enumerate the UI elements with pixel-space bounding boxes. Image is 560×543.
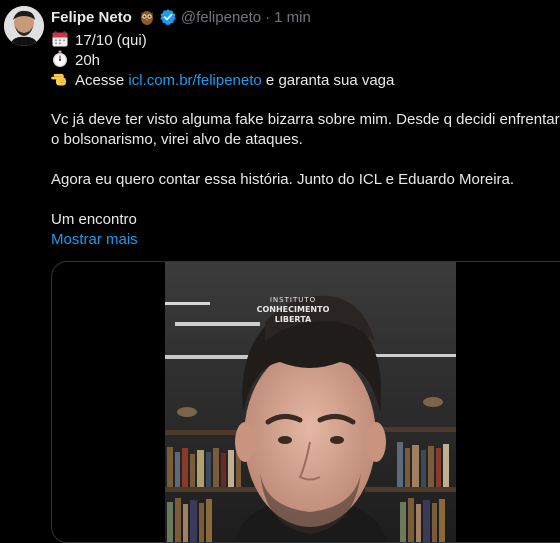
institute-logo: INSTITUTO CONHECIMENTO LIBERTA xyxy=(248,295,338,325)
separator-dot: · xyxy=(265,8,271,26)
pointing-hand-icon xyxy=(51,73,66,86)
time-text: 20h xyxy=(75,52,101,69)
date-text: 17/10 (qui) xyxy=(75,32,147,49)
registration-link[interactable]: icl.com.br/felipeneto xyxy=(128,72,261,89)
verified-badge-icon[interactable] xyxy=(159,8,177,26)
owl-icon xyxy=(140,11,153,25)
avatar-image xyxy=(4,6,44,46)
author-handle[interactable]: @felipeneto xyxy=(181,9,261,26)
author-name[interactable]: Felipe Neto xyxy=(51,9,132,26)
media-card[interactable]: INSTITUTO CONHECIMENTO LIBERTA xyxy=(51,261,560,543)
tweet-text: 17/10 (qui) 20h Acesse icl.com.br/felipe… xyxy=(51,30,560,250)
tweet-header: Felipe Neto @felipeneto · 1 min xyxy=(51,7,311,27)
brand-line-1: CONHECIMENTO xyxy=(256,305,330,314)
tweet-timestamp[interactable]: 1 min xyxy=(274,9,311,26)
calendar-icon xyxy=(52,31,68,47)
paragraph-1-line-1: Vc já deve ter visto alguma fake bizarra… xyxy=(51,111,560,128)
link-suffix: e garanta sua vaga xyxy=(261,72,395,89)
stopwatch-icon xyxy=(53,50,67,67)
link-prefix: Acesse xyxy=(75,72,129,89)
paragraph-2: Agora eu quero contar essa história. Jun… xyxy=(51,171,515,188)
link-line: Acesse icl.com.br/felipeneto e garanta s… xyxy=(51,70,560,90)
author-avatar[interactable] xyxy=(4,6,44,46)
brand-small-text: INSTITUTO xyxy=(269,296,317,304)
brand-line-2: LIBERTA xyxy=(274,315,312,324)
show-more-link[interactable]: Mostrar mais xyxy=(51,231,138,248)
date-line: 17/10 (qui) xyxy=(51,30,560,50)
time-line: 20h xyxy=(51,50,560,70)
paragraph-1-line-2: o bolsonarismo, virei alvo de ataques. xyxy=(51,131,303,148)
paragraph-3: Um encontro xyxy=(51,211,137,228)
